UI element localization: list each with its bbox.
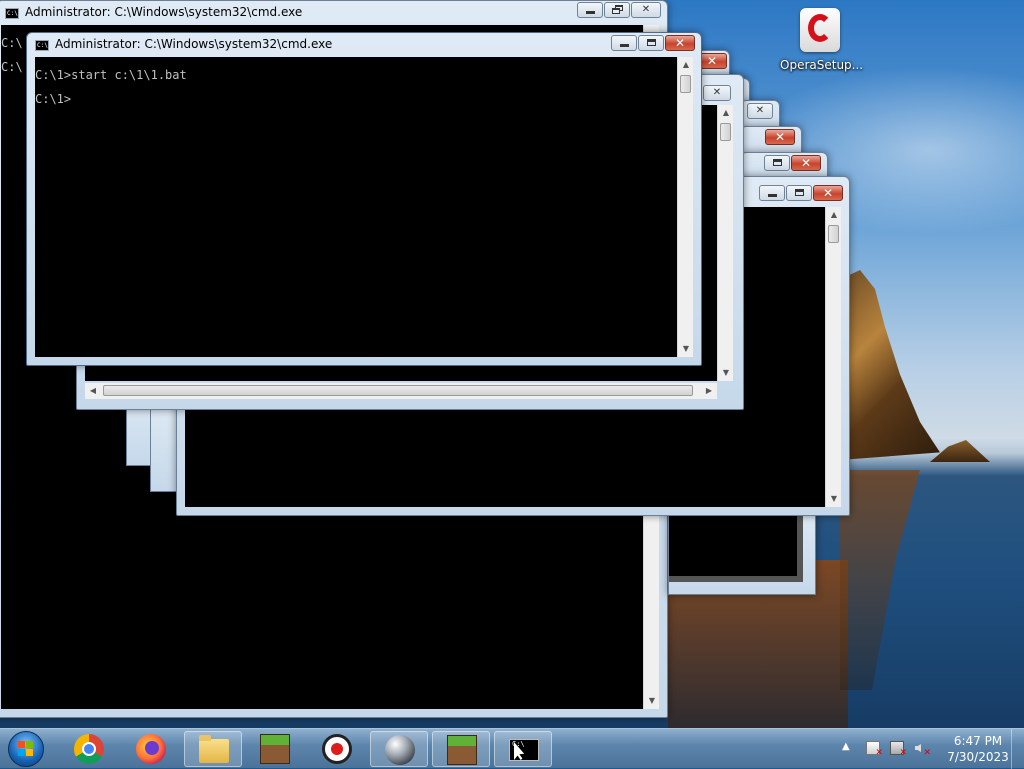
window-title: Administrator: C:\Windows\system32\cmd.e… — [25, 5, 303, 19]
console-line: C:\1>start c:\1\1.bat — [35, 68, 187, 82]
tray-clock[interactable]: 6:47 PM 7/30/2023 — [938, 733, 1018, 765]
close-icon: ✕ — [774, 130, 786, 144]
scroll-right-icon[interactable]: ▶ — [701, 383, 717, 399]
window-titlebar[interactable]: C:\ Administrator: C:\Windows\system32\c… — [27, 33, 701, 59]
console-output[interactable]: C:\1>start c:\1\1.bat C:\1> — [35, 57, 677, 357]
maximize-button[interactable] — [764, 155, 790, 171]
taskbar-minecraft-2-button[interactable] — [432, 731, 490, 767]
grass-block-icon — [260, 734, 290, 764]
taskbar-explorer-button[interactable] — [184, 731, 242, 767]
cmd-window-stacked-lower[interactable] — [668, 505, 816, 595]
taskbar-sphere-button[interactable] — [370, 731, 428, 767]
cmd-icon: C:\ — [509, 739, 539, 761]
taskbar: C:\ ▲ 6:47 PM 7/30/2023 — [0, 728, 1024, 769]
chrome-icon — [74, 734, 104, 764]
taskbar-firefox-button[interactable] — [122, 731, 180, 767]
clock-date: 7/30/2023 — [947, 750, 1009, 764]
record-icon — [322, 734, 352, 764]
scroll-left-icon[interactable]: ◀ — [85, 383, 101, 399]
minimize-button[interactable] — [577, 2, 603, 18]
horizontal-scrollbar[interactable]: ◀ ▶ — [85, 383, 717, 399]
close-button[interactable]: ✕ — [665, 35, 695, 51]
minimize-button[interactable] — [611, 35, 637, 51]
folder-icon — [199, 735, 229, 763]
console-line: C:\1> — [35, 92, 72, 106]
network-icon[interactable] — [890, 741, 907, 758]
scroll-down-icon[interactable]: ▼ — [644, 693, 660, 709]
start-button[interactable] — [8, 731, 44, 767]
cmd-icon: C:\ — [5, 8, 19, 19]
scroll-up-icon[interactable]: ▲ — [718, 105, 734, 121]
close-icon: ✕ — [822, 186, 834, 200]
scroll-thumb[interactable] — [680, 75, 691, 93]
close-button[interactable]: ✕ — [747, 103, 773, 119]
desktop-icon-opera-setup[interactable]: OperaSetup... — [780, 8, 864, 72]
vertical-scrollbar[interactable]: ▲ ▼ — [677, 57, 693, 357]
restore-icon — [605, 3, 629, 17]
taskbar-chrome-button[interactable] — [60, 731, 118, 767]
maximize-icon — [765, 156, 789, 170]
firefox-icon — [136, 734, 166, 764]
taskbar-cmd-button[interactable]: C:\ — [494, 731, 552, 767]
close-icon: ✕ — [712, 87, 722, 98]
cmd-icon: C:\ — [35, 40, 49, 51]
window-titlebar[interactable]: C:\ Administrator: C:\Windows\system32\c… — [0, 1, 667, 27]
cmd-window-front[interactable]: C:\ Administrator: C:\Windows\system32\c… — [26, 32, 702, 366]
scroll-down-icon[interactable]: ▼ — [678, 341, 694, 357]
restore-button[interactable] — [604, 2, 630, 18]
scroll-down-icon[interactable]: ▼ — [826, 491, 842, 507]
taskbar-recorder-button[interactable] — [308, 731, 366, 767]
volume-muted-icon[interactable] — [914, 741, 931, 758]
scroll-up-icon[interactable]: ▲ — [826, 207, 842, 223]
windows-logo-icon — [18, 741, 34, 757]
vertical-scrollbar[interactable]: ▲ ▼ — [825, 207, 841, 507]
minimize-icon — [760, 186, 784, 200]
show-desktop-button[interactable] — [1011, 729, 1024, 769]
grass-block-icon — [447, 735, 477, 765]
scroll-thumb[interactable] — [720, 123, 731, 141]
close-button[interactable]: ✕ — [791, 155, 821, 171]
close-button[interactable]: ✕ — [631, 2, 661, 18]
close-icon: ✕ — [706, 54, 718, 68]
maximize-icon — [787, 186, 811, 200]
console-output — [669, 514, 803, 582]
vertical-scrollbar[interactable]: ▲ ▼ — [717, 105, 733, 381]
minimize-icon — [578, 3, 602, 17]
clock-time: 6:47 PM — [953, 734, 1003, 748]
close-icon: ✕ — [755, 105, 765, 116]
scroll-down-icon[interactable]: ▼ — [718, 365, 734, 381]
action-center-icon[interactable] — [866, 741, 883, 758]
system-tray: ▲ 6:47 PM 7/30/2023 — [834, 729, 1024, 769]
close-icon: ✕ — [641, 4, 651, 15]
maximize-button[interactable] — [638, 35, 664, 51]
show-hidden-icons-icon[interactable]: ▲ — [842, 741, 850, 752]
window-title: Administrator: C:\Windows\system32\cmd.e… — [55, 37, 333, 51]
close-button[interactable]: ✕ — [703, 85, 731, 101]
scroll-up-icon[interactable]: ▲ — [678, 57, 694, 73]
close-button[interactable]: ✕ — [813, 185, 843, 201]
scroll-thumb[interactable] — [828, 225, 839, 243]
close-button[interactable]: ✕ — [765, 129, 795, 145]
horizontal-scroll-thumb[interactable] — [103, 385, 693, 396]
close-icon: ✕ — [800, 156, 812, 170]
close-icon: ✕ — [674, 36, 686, 50]
maximize-icon — [639, 36, 663, 50]
minimize-icon — [612, 36, 636, 50]
desktop-icon-label: OperaSetup... — [780, 58, 864, 72]
opera-installer-icon — [800, 8, 840, 52]
taskbar-minecraft-button[interactable] — [246, 731, 304, 767]
minimize-button[interactable] — [759, 185, 785, 201]
maximize-button[interactable] — [786, 185, 812, 201]
sphere-icon — [385, 735, 415, 765]
